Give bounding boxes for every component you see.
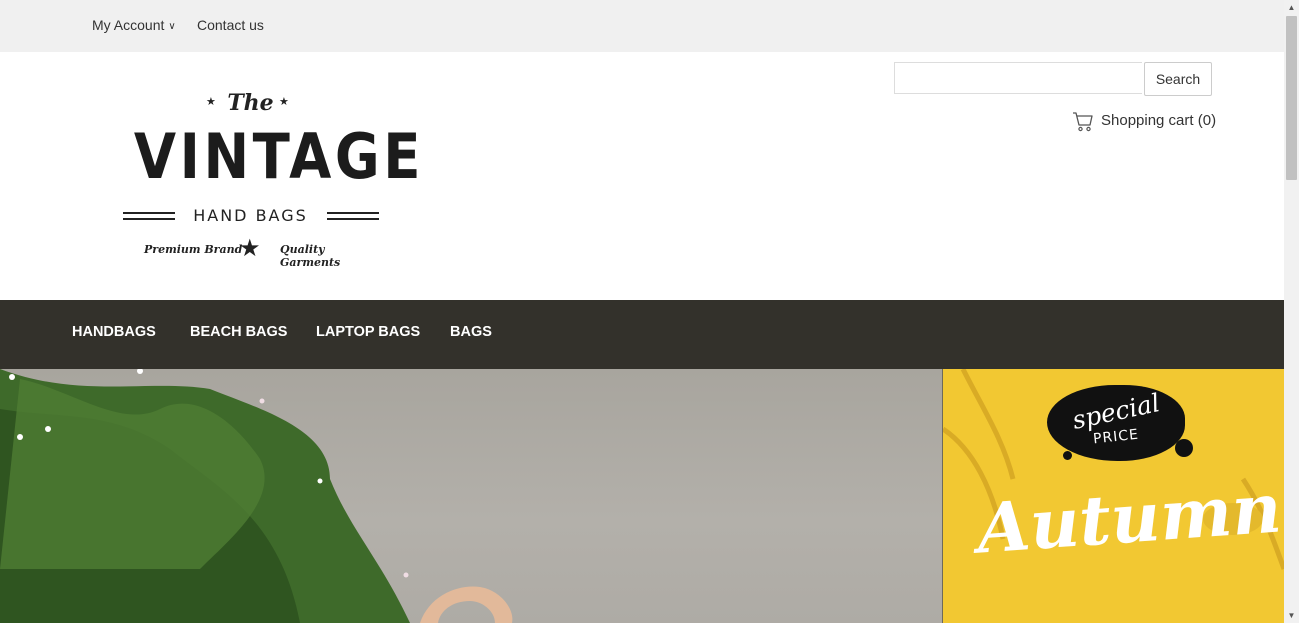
hero-banner[interactable] [0, 369, 943, 623]
logo-the: The [227, 90, 274, 116]
logo-quality-garments: Quality Garments [280, 243, 341, 269]
nav-item-beach-bags[interactable]: BEACH BAGS [190, 324, 287, 340]
chevron-down-icon: ∨ [168, 21, 176, 32]
contact-us-link[interactable]: Contact us [197, 17, 264, 33]
special-price-badge: special PRICE [1047, 385, 1185, 461]
scrollbar-thumb[interactable] [1286, 16, 1297, 180]
search-button[interactable]: Search [1144, 62, 1212, 96]
logo-hand-bags: HAND BAGS [193, 206, 308, 225]
page: My Account ∨ Contact us ★ ★ The VINTAGE H… [0, 0, 1284, 623]
cart-icon [1073, 112, 1093, 132]
decorative-dot [1175, 439, 1193, 457]
nav-item-laptop-bags[interactable]: LAPTOP BAGS [316, 324, 420, 340]
logo-vintage: VINTAGE [133, 120, 424, 193]
my-account-menu[interactable]: My Account ∨ [92, 17, 176, 33]
main-nav: HANDBAGS BEACH BAGS LAPTOP BAGS BAGS [0, 300, 1284, 369]
site-logo[interactable]: ★ ★ The VINTAGE HAND BAGS Premium Brand … [118, 90, 424, 270]
logo-premium-brand: Premium Brand [144, 243, 243, 256]
header: ★ ★ The VINTAGE HAND BAGS Premium Brand … [0, 52, 1284, 300]
cart-label: Shopping cart (0) [1101, 112, 1217, 129]
my-account-label: My Account [92, 17, 165, 33]
star-icon: ★ [239, 235, 261, 262]
vertical-scrollbar[interactable]: ▲ ▼ [1284, 0, 1299, 623]
decorative-dot [1063, 451, 1072, 460]
autumn-sale-banner[interactable]: special PRICE Autumn [943, 369, 1284, 623]
hero-image [0, 369, 513, 623]
nav-item-bags[interactable]: BAGS [450, 324, 492, 340]
scroll-down-arrow-icon[interactable]: ▼ [1284, 608, 1299, 623]
search-input[interactable] [894, 62, 1142, 94]
nav-item-handbags[interactable]: HANDBAGS [72, 324, 156, 340]
scroll-up-arrow-icon[interactable]: ▲ [1284, 0, 1299, 15]
top-bar: My Account ∨ Contact us [0, 0, 1284, 52]
